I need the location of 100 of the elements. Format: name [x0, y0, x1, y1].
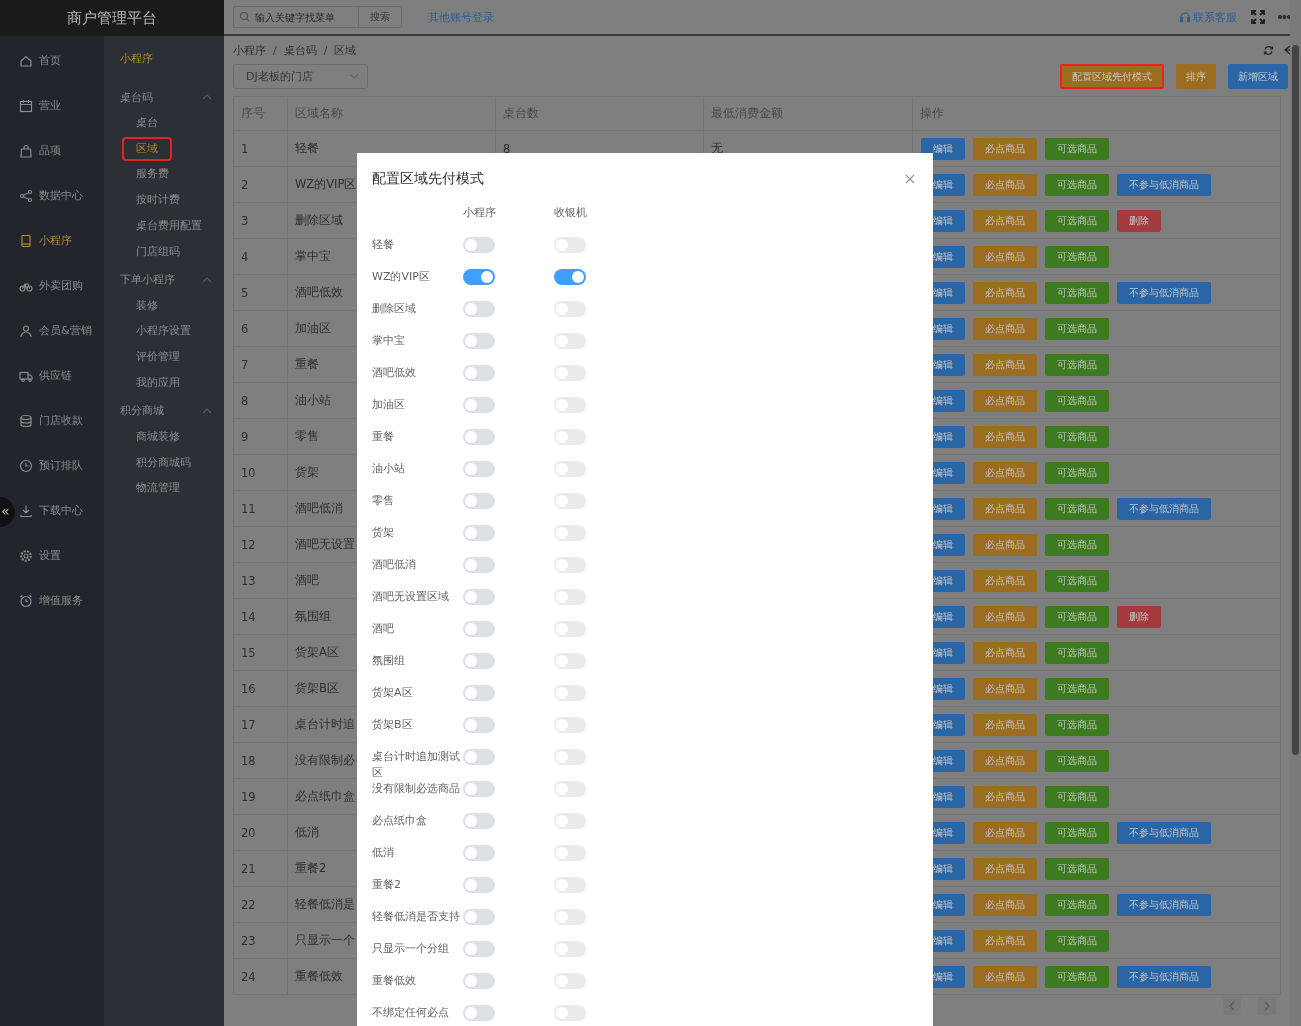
row-action-button[interactable]: 必点商品	[973, 749, 1037, 772]
row-action-button[interactable]: 必点商品	[973, 137, 1037, 160]
row-action-button[interactable]: 可选商品	[1045, 389, 1109, 412]
toggle-switch[interactable]	[463, 749, 495, 765]
toggle-switch[interactable]	[463, 781, 495, 797]
breadcrumb-item[interactable]: 区域	[334, 42, 357, 58]
row-action-button[interactable]: 可选商品	[1045, 857, 1109, 880]
toolbar-button[interactable]: 排序	[1176, 64, 1216, 89]
submenu-item[interactable]: 物流管理	[124, 478, 192, 499]
nav-item[interactable]: 门店收款	[16, 398, 104, 443]
submenu-item[interactable]: 区域	[124, 138, 170, 159]
submenu-item[interactable]: 积分商城码	[124, 452, 203, 473]
row-action-button[interactable]: 必点商品	[973, 929, 1037, 952]
toolbar-button[interactable]: 新增区域	[1228, 64, 1288, 89]
row-action-button[interactable]: 必点商品	[973, 209, 1037, 232]
search-button[interactable]: 搜索	[358, 6, 402, 28]
next-page-button[interactable]	[1258, 997, 1276, 1015]
row-action-button[interactable]: 可选商品	[1045, 353, 1109, 376]
toggle-switch[interactable]	[463, 237, 495, 253]
close-button[interactable]	[905, 174, 915, 184]
submenu-item[interactable]: 小程序设置	[124, 321, 203, 342]
row-action-button[interactable]: 必点商品	[973, 281, 1037, 304]
row-action-button[interactable]: 可选商品	[1045, 461, 1109, 484]
row-action-button[interactable]: 可选商品	[1045, 497, 1109, 520]
row-action-button[interactable]: 必点商品	[973, 317, 1037, 340]
row-action-button[interactable]: 可选商品	[1045, 965, 1109, 988]
nav-item[interactable]: 供应链	[16, 353, 104, 398]
row-action-button[interactable]: 必点商品	[973, 641, 1037, 664]
row-action-button[interactable]: 可选商品	[1045, 173, 1109, 196]
nav-item[interactable]: 预订排队	[16, 443, 104, 488]
row-action-button[interactable]: 可选商品	[1045, 209, 1109, 232]
nav-item[interactable]: 小程序	[16, 218, 104, 263]
submenu-item[interactable]: 评价管理	[124, 347, 192, 368]
row-action-button[interactable]: 必点商品	[973, 461, 1037, 484]
toggle-switch[interactable]	[463, 365, 495, 381]
toggle-switch[interactable]	[463, 429, 495, 445]
submenu-item[interactable]: 桌台	[124, 112, 170, 133]
toggle-switch[interactable]	[463, 621, 495, 637]
toggle-switch[interactable]	[463, 877, 495, 893]
toggle-switch[interactable]	[463, 493, 495, 509]
submenu-item[interactable]: 装修	[124, 295, 170, 316]
row-action-button[interactable]: 可选商品	[1045, 245, 1109, 268]
submenu-item[interactable]: 门店组码	[124, 241, 192, 262]
row-action-button[interactable]: 必点商品	[973, 857, 1037, 880]
row-action-button[interactable]: 可选商品	[1045, 713, 1109, 736]
nav-item[interactable]: 品项	[16, 128, 104, 173]
row-action-button[interactable]: 必点商品	[973, 785, 1037, 808]
menu-group[interactable]: 桌台码	[104, 84, 224, 110]
toggle-switch[interactable]	[554, 269, 586, 285]
submenu-item[interactable]: 按时计费	[124, 190, 192, 211]
nav-item[interactable]: 首页	[16, 38, 104, 83]
toggle-switch[interactable]	[463, 301, 495, 317]
toggle-switch[interactable]	[463, 269, 495, 285]
nav-item[interactable]: 外卖团购	[16, 263, 104, 308]
row-action-button[interactable]: 可选商品	[1045, 425, 1109, 448]
submenu-item[interactable]: 商城装修	[124, 426, 192, 447]
row-action-button[interactable]: 不参与低消商品	[1117, 965, 1211, 988]
menu-group[interactable]: 积分商城	[104, 397, 224, 424]
row-action-button[interactable]: 可选商品	[1045, 893, 1109, 916]
row-action-button[interactable]: 必点商品	[973, 713, 1037, 736]
row-action-button[interactable]: 可选商品	[1045, 569, 1109, 592]
toggle-switch[interactable]	[463, 589, 495, 605]
nav-item[interactable]: 营业	[16, 83, 104, 128]
toggle-switch[interactable]	[463, 1005, 495, 1021]
row-action-button[interactable]: 可选商品	[1045, 605, 1109, 628]
nav-item[interactable]: 设置	[16, 533, 104, 578]
toggle-switch[interactable]	[463, 653, 495, 669]
breadcrumb-item[interactable]: 桌台码	[283, 42, 317, 58]
row-action-button[interactable]: 可选商品	[1045, 533, 1109, 556]
submenu-item[interactable]: 桌台费用配置	[124, 216, 214, 237]
toggle-switch[interactable]	[463, 909, 495, 925]
nav-item[interactable]: 数据中心	[16, 173, 104, 218]
submenu-item[interactable]: 我的应用	[124, 373, 192, 394]
row-action-button[interactable]: 可选商品	[1045, 317, 1109, 340]
row-action-button[interactable]: 可选商品	[1045, 641, 1109, 664]
row-action-button[interactable]: 必点商品	[973, 533, 1037, 556]
toggle-switch[interactable]	[463, 845, 495, 861]
toggle-switch[interactable]	[463, 333, 495, 349]
row-action-button[interactable]: 不参与低消商品	[1117, 497, 1211, 520]
row-action-button[interactable]: 可选商品	[1045, 785, 1109, 808]
row-action-button[interactable]: 不参与低消商品	[1117, 821, 1211, 844]
toolbar-button[interactable]: 配置区域先付模式	[1060, 64, 1164, 89]
toggle-switch[interactable]	[463, 557, 495, 573]
row-action-button[interactable]: 删除	[1117, 605, 1161, 628]
row-action-button[interactable]: 必点商品	[973, 677, 1037, 700]
previous-page-button[interactable]	[1223, 997, 1241, 1015]
row-action-button[interactable]: 必点商品	[973, 389, 1037, 412]
toggle-switch[interactable]	[463, 525, 495, 541]
row-action-button[interactable]: 必点商品	[973, 569, 1037, 592]
row-action-button[interactable]: 必点商品	[973, 245, 1037, 268]
row-action-button[interactable]: 必点商品	[973, 893, 1037, 916]
row-action-button[interactable]: 不参与低消商品	[1117, 173, 1211, 196]
row-action-button[interactable]: 可选商品	[1045, 281, 1109, 304]
store-select[interactable]: DJ老板的门店	[233, 64, 368, 89]
row-action-button[interactable]: 可选商品	[1045, 929, 1109, 952]
row-action-button[interactable]: 必点商品	[973, 605, 1037, 628]
submenu-item[interactable]: 服务费	[124, 164, 181, 185]
toggle-switch[interactable]	[463, 397, 495, 413]
nav-item[interactable]: 下载中心	[16, 488, 104, 533]
row-action-button[interactable]: 删除	[1117, 209, 1161, 232]
